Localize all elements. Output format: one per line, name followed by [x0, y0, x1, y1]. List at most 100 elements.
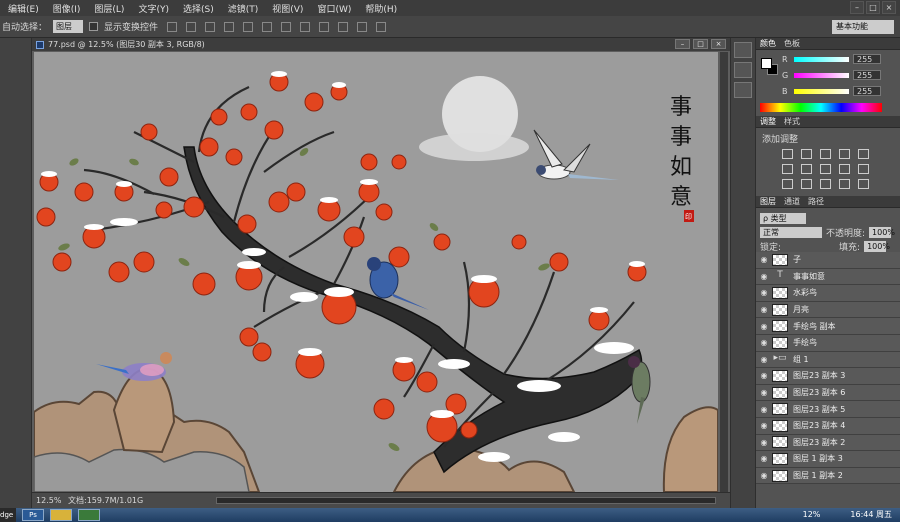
color-balance-icon[interactable]: [801, 164, 812, 174]
tab-adjustments[interactable]: 调整: [760, 116, 776, 127]
align-left-icon[interactable]: [224, 21, 235, 32]
visibility-eye-icon[interactable]: ◉: [756, 272, 772, 281]
brightness-icon[interactable]: [782, 149, 793, 159]
menu-item-help[interactable]: 帮助(H): [365, 2, 397, 15]
posterize-icon[interactable]: [801, 179, 812, 189]
menu-item-window[interactable]: 窗口(W): [317, 2, 351, 15]
menu-item-view[interactable]: 视图(V): [272, 2, 303, 15]
canvas[interactable]: 事 事 如 意 印: [34, 52, 718, 492]
visibility-eye-icon[interactable]: ◉: [756, 454, 772, 463]
green-value[interactable]: 255: [853, 70, 881, 80]
menu-item-select[interactable]: 选择(S): [183, 2, 214, 15]
align-bottom-icon[interactable]: [205, 21, 216, 32]
menu-item-image[interactable]: 图像(I): [53, 2, 81, 15]
doc-minimize-button[interactable]: –: [675, 39, 690, 49]
blend-mode-dropdown[interactable]: 正常: [760, 226, 822, 238]
visibility-eye-icon[interactable]: ◉: [756, 255, 772, 264]
layer-row[interactable]: ◉ 图层23 副本 5: [756, 401, 900, 418]
actions-panel-icon[interactable]: [734, 62, 752, 78]
distribute-right-icon[interactable]: [376, 21, 387, 32]
layer-row[interactable]: ◉ 月亮: [756, 301, 900, 319]
visibility-eye-icon[interactable]: ◉: [756, 405, 772, 414]
vibrance-icon[interactable]: [858, 149, 869, 159]
doc-close-button[interactable]: ×: [711, 39, 726, 49]
visibility-eye-icon[interactable]: ◉: [756, 288, 772, 297]
layer-row[interactable]: ◉ 子: [756, 252, 900, 269]
blue-value[interactable]: 255: [853, 86, 881, 96]
distribute-center-icon[interactable]: [357, 21, 368, 32]
distribute-top-icon[interactable]: [281, 21, 292, 32]
channel-mixer-icon[interactable]: [858, 164, 869, 174]
distribute-middle-icon[interactable]: [300, 21, 311, 32]
maximize-button[interactable]: □: [866, 1, 880, 14]
black-white-icon[interactable]: [820, 164, 831, 174]
color-spectrum[interactable]: [760, 103, 882, 112]
menu-item-type[interactable]: 文字(Y): [138, 2, 169, 15]
gradient-map-icon[interactable]: [839, 179, 850, 189]
visibility-eye-icon[interactable]: ◉: [756, 388, 772, 397]
align-center-icon[interactable]: [243, 21, 254, 32]
workspace-dropdown[interactable]: 基本功能: [832, 20, 894, 34]
blue-slider[interactable]: [794, 88, 849, 94]
tab-swatches[interactable]: 色板: [784, 38, 800, 49]
tab-channels[interactable]: 通道: [784, 196, 800, 207]
vertical-scrollbar[interactable]: [720, 52, 728, 492]
layer-row[interactable]: ◉ 图层23 副本 4: [756, 417, 900, 435]
visibility-eye-icon[interactable]: ◉: [756, 471, 772, 480]
layer-row[interactable]: ◉ 图层23 副本 3: [756, 368, 900, 385]
layer-row[interactable]: ◉ ▸▭ 组 1: [756, 351, 900, 369]
red-value[interactable]: 255: [853, 54, 881, 64]
exposure-icon[interactable]: [839, 149, 850, 159]
distribute-left-icon[interactable]: [338, 21, 349, 32]
layer-row[interactable]: ◉ 图层23 副本 6: [756, 384, 900, 402]
visibility-eye-icon[interactable]: ◉: [756, 355, 772, 364]
red-slider[interactable]: [794, 56, 849, 62]
document-tab[interactable]: 77.psd @ 12.5% (图层30 副本 3, RGB/8) – □ ×: [32, 38, 730, 51]
align-top-icon[interactable]: [167, 21, 178, 32]
doc-maximize-button[interactable]: □: [693, 39, 708, 49]
menu-item-filter[interactable]: 滤镜(T): [228, 2, 259, 15]
menu-item-edit[interactable]: 编辑(E): [8, 2, 39, 15]
fill-field[interactable]: 100%: [864, 240, 890, 252]
levels-icon[interactable]: [801, 149, 812, 159]
zoom-level[interactable]: 12.5%: [36, 496, 61, 505]
horizontal-scrollbar[interactable]: [216, 497, 716, 504]
layer-row[interactable]: ◉ 手绘鸟: [756, 334, 900, 352]
threshold-icon[interactable]: [820, 179, 831, 189]
layer-row[interactable]: ◉ 图层 1 副本 3: [756, 451, 900, 468]
properties-panel-icon[interactable]: [734, 82, 752, 98]
align-middle-icon[interactable]: [186, 21, 197, 32]
close-button[interactable]: ×: [882, 1, 896, 14]
minimize-button[interactable]: –: [850, 1, 864, 14]
layer-row[interactable]: ◉ 手绘鸟 副本: [756, 318, 900, 335]
auto-select-dropdown[interactable]: 图层: [53, 20, 84, 33]
layer-row[interactable]: ◉ 图层23 副本 2: [756, 434, 900, 452]
foreground-color-swatch[interactable]: [761, 58, 772, 69]
tab-layers[interactable]: 图层: [760, 196, 776, 207]
tab-styles[interactable]: 样式: [784, 116, 800, 127]
history-panel-icon[interactable]: [734, 42, 752, 58]
visibility-eye-icon[interactable]: ◉: [756, 322, 772, 331]
photoshop-taskbar-icon[interactable]: Ps: [22, 509, 44, 521]
visibility-eye-icon[interactable]: ◉: [756, 421, 772, 430]
app-taskbar-icon[interactable]: [78, 509, 100, 521]
layer-filter-dropdown[interactable]: ρ 类型: [760, 212, 806, 224]
photo-filter-icon[interactable]: [839, 164, 850, 174]
clock[interactable]: 16:44 周五: [850, 508, 892, 522]
menu-item-layer[interactable]: 图层(L): [94, 2, 124, 15]
selective-color-icon[interactable]: [858, 179, 869, 189]
opacity-field[interactable]: 100%: [869, 226, 895, 238]
tab-color[interactable]: 颜色: [760, 38, 776, 49]
tab-paths[interactable]: 路径: [808, 196, 824, 207]
folder-taskbar-icon[interactable]: [50, 509, 72, 521]
invert-icon[interactable]: [782, 179, 793, 189]
show-transform-checkbox[interactable]: [89, 22, 99, 31]
visibility-eye-icon[interactable]: ◉: [756, 338, 772, 347]
visibility-eye-icon[interactable]: ◉: [756, 305, 772, 314]
curves-icon[interactable]: [820, 149, 831, 159]
visibility-eye-icon[interactable]: ◉: [756, 371, 772, 380]
green-slider[interactable]: [794, 72, 849, 78]
layer-row[interactable]: ◉ 图层 1 副本 2: [756, 467, 900, 485]
visibility-eye-icon[interactable]: ◉: [756, 438, 772, 447]
hue-saturation-icon[interactable]: [782, 164, 793, 174]
